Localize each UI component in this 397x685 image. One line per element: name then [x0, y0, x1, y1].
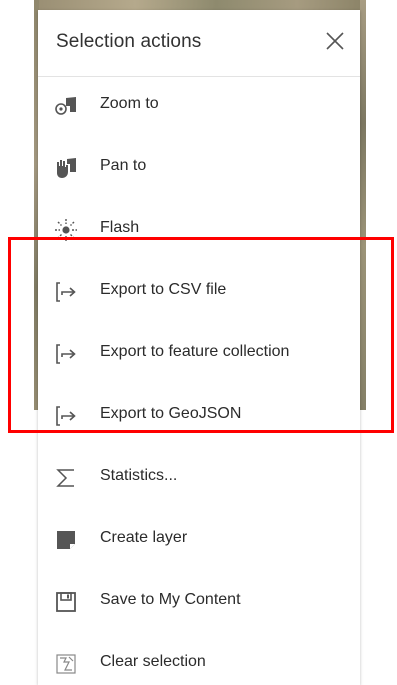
- menu-item-pan-to[interactable]: Pan to: [38, 138, 360, 200]
- menu-item-export-geojson[interactable]: Export to GeoJSON: [38, 386, 360, 448]
- menu-item-flash[interactable]: Flash: [38, 200, 360, 262]
- export-icon: [54, 404, 78, 428]
- menu-item-label: Save to My Content: [100, 591, 241, 608]
- flash-icon: [54, 218, 78, 242]
- menu-item-statistics[interactable]: Statistics...: [38, 448, 360, 510]
- close-button[interactable]: [322, 28, 348, 54]
- menu-item-save-to-my-content[interactable]: Save to My Content: [38, 572, 360, 634]
- export-icon: [54, 280, 78, 304]
- menu-item-label: Export to GeoJSON: [100, 405, 242, 422]
- menu-item-label: Export to feature collection: [100, 343, 290, 360]
- map-background: [38, 0, 362, 10]
- menu-item-create-layer[interactable]: Create layer: [38, 510, 360, 572]
- map-background: [360, 0, 366, 410]
- menu-item-clear-selection[interactable]: Clear selection: [38, 634, 360, 685]
- menu-item-label: Flash: [100, 219, 140, 236]
- clear-selection-icon: [54, 652, 78, 676]
- save-icon: [54, 590, 78, 614]
- close-icon: [326, 32, 344, 50]
- pan-to-icon: [54, 156, 78, 180]
- menu-item-label: Create layer: [100, 529, 188, 546]
- export-icon: [54, 342, 78, 366]
- menu-item-label: Statistics...: [100, 467, 178, 484]
- zoom-to-icon: [54, 94, 78, 118]
- menu-item-zoom-to[interactable]: Zoom to: [38, 76, 360, 138]
- create-layer-icon: [54, 528, 78, 552]
- menu-item-label: Clear selection: [100, 653, 206, 670]
- sigma-icon: [54, 466, 78, 490]
- menu-item-export-feature-collection[interactable]: Export to feature collection: [38, 324, 360, 386]
- menu-item-export-csv[interactable]: Export to CSV file: [38, 262, 360, 324]
- menu-item-label: Zoom to: [100, 95, 159, 112]
- menu-item-label: Export to CSV file: [100, 281, 227, 298]
- panel-header: Selection actions: [38, 10, 360, 77]
- app-screen: Selection actions Zoom to Pan to Flash E…: [0, 0, 397, 685]
- panel-title: Selection actions: [56, 31, 202, 52]
- menu-item-label: Pan to: [100, 157, 147, 174]
- selection-actions-panel: Selection actions Zoom to Pan to Flash E…: [38, 10, 360, 685]
